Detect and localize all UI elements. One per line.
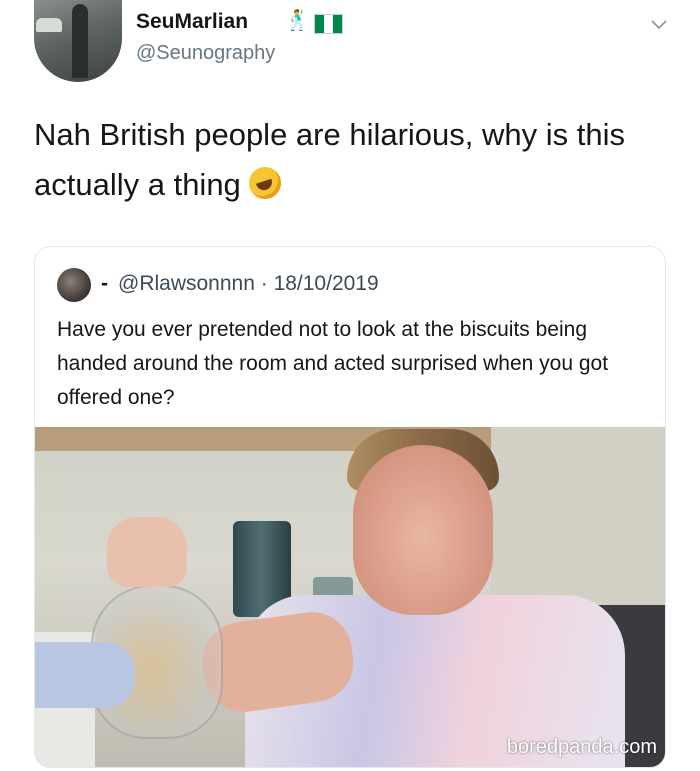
nigeria-flag-icon [314,14,343,34]
quoted-tweet-card[interactable]: - @Rlawsonnnn · 18/10/2019 Have you ever … [34,246,666,768]
rolling-on-floor-laughing-icon [248,167,281,199]
photo-hand [107,517,187,587]
quoted-tweet-date[interactable]: 18/10/2019 [274,272,379,295]
quoted-user-avatar [57,268,91,302]
chevron-down-icon[interactable] [650,16,668,34]
tweet-text: Nah British people are hilarious, why is… [34,110,674,210]
quoted-user-handle[interactable]: @Rlawsonnnn [118,272,255,295]
quoted-tweet-text: Have you ever pretended not to look at t… [57,318,609,409]
photo-sleeve [35,642,135,708]
dancing-man-icon: 🕺 [285,10,310,32]
photo-person-head [353,445,493,615]
display-name[interactable]: SeuMarlian [136,10,248,34]
tweet-body: Nah British people are hilarious, why is… [34,117,625,202]
user-avatar[interactable] [34,0,122,82]
date-separator: · [254,272,274,295]
avatar-background-car [36,18,62,32]
quoted-name-separator: - [101,272,108,295]
quoted-tweet-photo[interactable]: boredpanda.com [35,427,665,767]
quoted-tweet-meta: - @Rlawsonnnn · 18/10/2019 [101,272,379,296]
watermark: boredpanda.com [506,736,657,758]
avatar-figure [72,4,88,78]
user-handle[interactable]: @Seunography [136,42,275,65]
